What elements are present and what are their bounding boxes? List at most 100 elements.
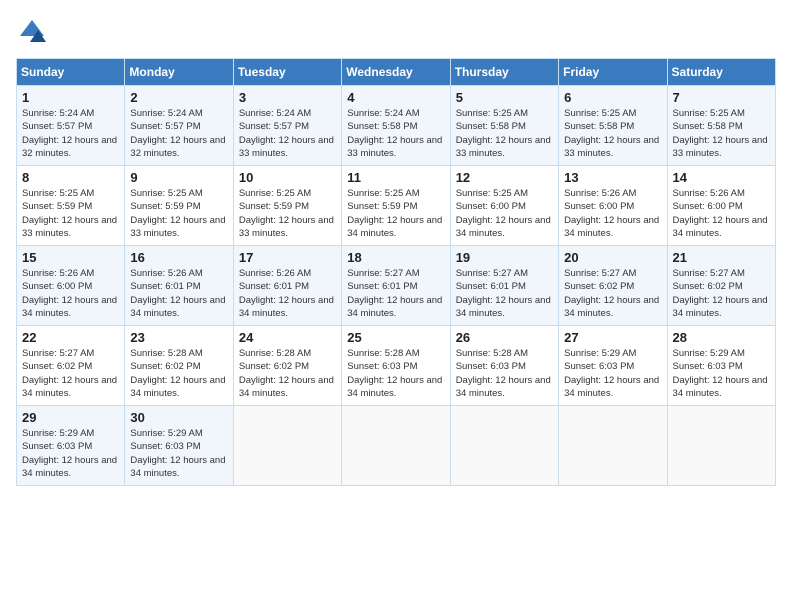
logo: [16, 16, 52, 48]
calendar-cell: 27 Sunrise: 5:29 AMSunset: 6:03 PMDaylig…: [559, 326, 667, 406]
calendar-cell: 7 Sunrise: 5:25 AMSunset: 5:58 PMDayligh…: [667, 86, 775, 166]
day-info: Sunrise: 5:24 AMSunset: 5:57 PMDaylight:…: [130, 108, 225, 159]
day-info: Sunrise: 5:29 AMSunset: 6:03 PMDaylight:…: [673, 348, 768, 399]
calendar-cell: 12 Sunrise: 5:25 AMSunset: 6:00 PMDaylig…: [450, 166, 558, 246]
day-number: 8: [22, 170, 119, 185]
day-number: 21: [673, 250, 770, 265]
day-info: Sunrise: 5:28 AMSunset: 6:02 PMDaylight:…: [239, 348, 334, 399]
day-info: Sunrise: 5:25 AMSunset: 5:58 PMDaylight:…: [673, 108, 768, 159]
header-wednesday: Wednesday: [342, 59, 450, 86]
day-info: Sunrise: 5:27 AMSunset: 6:02 PMDaylight:…: [564, 268, 659, 319]
calendar-header-row: Sunday Monday Tuesday Wednesday Thursday…: [17, 59, 776, 86]
day-number: 26: [456, 330, 553, 345]
header-saturday: Saturday: [667, 59, 775, 86]
day-number: 25: [347, 330, 444, 345]
header-tuesday: Tuesday: [233, 59, 341, 86]
day-info: Sunrise: 5:28 AMSunset: 6:02 PMDaylight:…: [130, 348, 225, 399]
header-monday: Monday: [125, 59, 233, 86]
calendar-cell: 5 Sunrise: 5:25 AMSunset: 5:58 PMDayligh…: [450, 86, 558, 166]
calendar-cell: 20 Sunrise: 5:27 AMSunset: 6:02 PMDaylig…: [559, 246, 667, 326]
calendar-week-row: 22 Sunrise: 5:27 AMSunset: 6:02 PMDaylig…: [17, 326, 776, 406]
calendar-cell: 1 Sunrise: 5:24 AMSunset: 5:57 PMDayligh…: [17, 86, 125, 166]
day-number: 30: [130, 410, 227, 425]
day-info: Sunrise: 5:25 AMSunset: 6:00 PMDaylight:…: [456, 188, 551, 239]
calendar-cell: 29 Sunrise: 5:29 AMSunset: 6:03 PMDaylig…: [17, 406, 125, 486]
calendar-cell: 25 Sunrise: 5:28 AMSunset: 6:03 PMDaylig…: [342, 326, 450, 406]
day-info: Sunrise: 5:25 AMSunset: 5:58 PMDaylight:…: [564, 108, 659, 159]
day-number: 24: [239, 330, 336, 345]
day-info: Sunrise: 5:24 AMSunset: 5:58 PMDaylight:…: [347, 108, 442, 159]
calendar-cell: [667, 406, 775, 486]
calendar-cell: 4 Sunrise: 5:24 AMSunset: 5:58 PMDayligh…: [342, 86, 450, 166]
day-number: 11: [347, 170, 444, 185]
day-info: Sunrise: 5:25 AMSunset: 5:59 PMDaylight:…: [239, 188, 334, 239]
day-info: Sunrise: 5:29 AMSunset: 6:03 PMDaylight:…: [130, 428, 225, 479]
day-number: 27: [564, 330, 661, 345]
calendar-week-row: 29 Sunrise: 5:29 AMSunset: 6:03 PMDaylig…: [17, 406, 776, 486]
day-number: 9: [130, 170, 227, 185]
day-info: Sunrise: 5:24 AMSunset: 5:57 PMDaylight:…: [239, 108, 334, 159]
calendar-cell: 24 Sunrise: 5:28 AMSunset: 6:02 PMDaylig…: [233, 326, 341, 406]
calendar-cell: 23 Sunrise: 5:28 AMSunset: 6:02 PMDaylig…: [125, 326, 233, 406]
calendar-cell: 17 Sunrise: 5:26 AMSunset: 6:01 PMDaylig…: [233, 246, 341, 326]
calendar-cell: 21 Sunrise: 5:27 AMSunset: 6:02 PMDaylig…: [667, 246, 775, 326]
calendar-cell: 18 Sunrise: 5:27 AMSunset: 6:01 PMDaylig…: [342, 246, 450, 326]
calendar-cell: [450, 406, 558, 486]
page-header: [16, 16, 776, 48]
calendar-cell: 16 Sunrise: 5:26 AMSunset: 6:01 PMDaylig…: [125, 246, 233, 326]
calendar-cell: 3 Sunrise: 5:24 AMSunset: 5:57 PMDayligh…: [233, 86, 341, 166]
day-info: Sunrise: 5:28 AMSunset: 6:03 PMDaylight:…: [456, 348, 551, 399]
calendar-cell: [559, 406, 667, 486]
day-info: Sunrise: 5:29 AMSunset: 6:03 PMDaylight:…: [564, 348, 659, 399]
day-number: 13: [564, 170, 661, 185]
day-number: 20: [564, 250, 661, 265]
calendar-cell: 30 Sunrise: 5:29 AMSunset: 6:03 PMDaylig…: [125, 406, 233, 486]
day-info: Sunrise: 5:26 AMSunset: 6:00 PMDaylight:…: [22, 268, 117, 319]
day-info: Sunrise: 5:29 AMSunset: 6:03 PMDaylight:…: [22, 428, 117, 479]
calendar-cell: 13 Sunrise: 5:26 AMSunset: 6:00 PMDaylig…: [559, 166, 667, 246]
day-info: Sunrise: 5:24 AMSunset: 5:57 PMDaylight:…: [22, 108, 117, 159]
day-number: 1: [22, 90, 119, 105]
day-info: Sunrise: 5:27 AMSunset: 6:02 PMDaylight:…: [673, 268, 768, 319]
calendar-cell: 26 Sunrise: 5:28 AMSunset: 6:03 PMDaylig…: [450, 326, 558, 406]
day-info: Sunrise: 5:28 AMSunset: 6:03 PMDaylight:…: [347, 348, 442, 399]
day-info: Sunrise: 5:26 AMSunset: 6:00 PMDaylight:…: [564, 188, 659, 239]
day-info: Sunrise: 5:27 AMSunset: 6:02 PMDaylight:…: [22, 348, 117, 399]
calendar-cell: 11 Sunrise: 5:25 AMSunset: 5:59 PMDaylig…: [342, 166, 450, 246]
day-info: Sunrise: 5:26 AMSunset: 6:01 PMDaylight:…: [239, 268, 334, 319]
logo-icon: [16, 16, 48, 48]
calendar-cell: [233, 406, 341, 486]
calendar-cell: [342, 406, 450, 486]
calendar-cell: 9 Sunrise: 5:25 AMSunset: 5:59 PMDayligh…: [125, 166, 233, 246]
day-info: Sunrise: 5:25 AMSunset: 5:58 PMDaylight:…: [456, 108, 551, 159]
day-number: 3: [239, 90, 336, 105]
day-number: 22: [22, 330, 119, 345]
calendar-week-row: 1 Sunrise: 5:24 AMSunset: 5:57 PMDayligh…: [17, 86, 776, 166]
calendar-cell: 22 Sunrise: 5:27 AMSunset: 6:02 PMDaylig…: [17, 326, 125, 406]
day-number: 5: [456, 90, 553, 105]
calendar-cell: 8 Sunrise: 5:25 AMSunset: 5:59 PMDayligh…: [17, 166, 125, 246]
day-number: 14: [673, 170, 770, 185]
calendar-cell: 2 Sunrise: 5:24 AMSunset: 5:57 PMDayligh…: [125, 86, 233, 166]
calendar-cell: 19 Sunrise: 5:27 AMSunset: 6:01 PMDaylig…: [450, 246, 558, 326]
day-number: 6: [564, 90, 661, 105]
day-number: 15: [22, 250, 119, 265]
day-number: 29: [22, 410, 119, 425]
header-sunday: Sunday: [17, 59, 125, 86]
day-info: Sunrise: 5:27 AMSunset: 6:01 PMDaylight:…: [456, 268, 551, 319]
day-info: Sunrise: 5:25 AMSunset: 5:59 PMDaylight:…: [130, 188, 225, 239]
day-info: Sunrise: 5:25 AMSunset: 5:59 PMDaylight:…: [22, 188, 117, 239]
day-number: 7: [673, 90, 770, 105]
calendar-table: Sunday Monday Tuesday Wednesday Thursday…: [16, 58, 776, 486]
day-number: 18: [347, 250, 444, 265]
calendar-week-row: 15 Sunrise: 5:26 AMSunset: 6:00 PMDaylig…: [17, 246, 776, 326]
day-number: 12: [456, 170, 553, 185]
day-number: 2: [130, 90, 227, 105]
day-number: 16: [130, 250, 227, 265]
day-number: 17: [239, 250, 336, 265]
day-info: Sunrise: 5:27 AMSunset: 6:01 PMDaylight:…: [347, 268, 442, 319]
header-friday: Friday: [559, 59, 667, 86]
day-number: 28: [673, 330, 770, 345]
header-thursday: Thursday: [450, 59, 558, 86]
calendar-week-row: 8 Sunrise: 5:25 AMSunset: 5:59 PMDayligh…: [17, 166, 776, 246]
